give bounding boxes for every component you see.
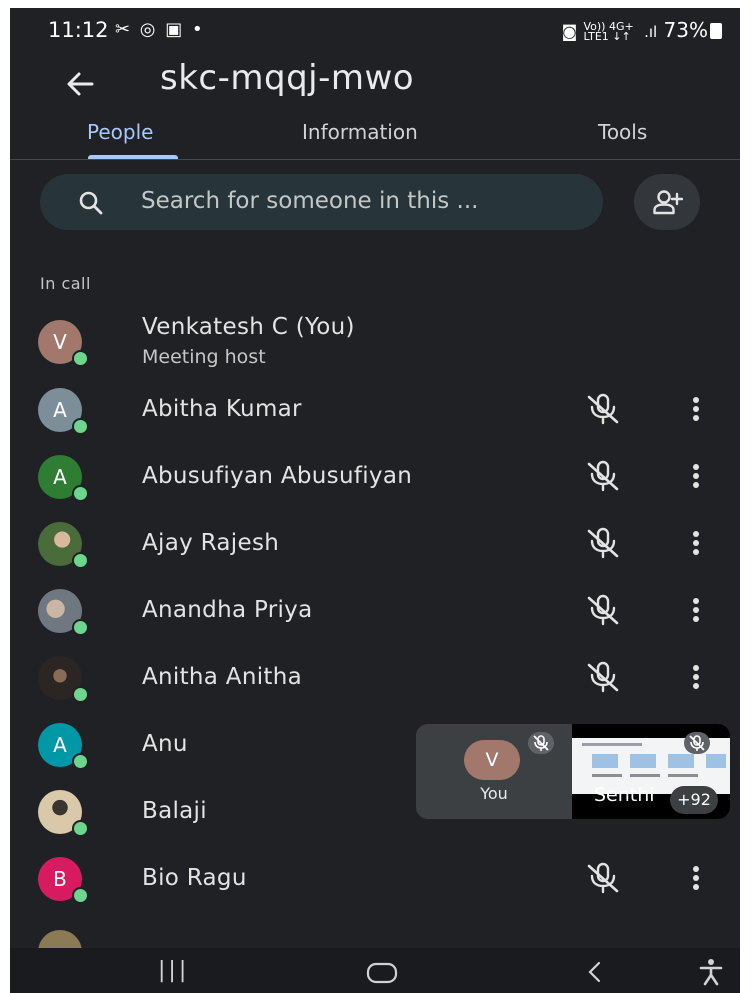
- mic-off-icon: [533, 735, 549, 751]
- back-arrow-icon[interactable]: [62, 64, 102, 104]
- participant-name: Abitha Kumar: [142, 396, 302, 422]
- presence-dot: [72, 552, 89, 569]
- mic-off-icon: [587, 862, 619, 894]
- status-bar: 11:12 ✂ ◎ ▣ • ◙ Vo)) 4G+ LTE1 ↓↑ .ıl 73%: [10, 8, 740, 50]
- mic-off-icon: [587, 527, 619, 559]
- more-options-icon[interactable]: [690, 596, 702, 624]
- add-person-icon: [653, 190, 683, 215]
- avatar-photo: [38, 930, 82, 948]
- meet-people-screen: 11:12 ✂ ◎ ▣ • ◙ Vo)) 4G+ LTE1 ↓↑ .ıl 73% …: [10, 8, 740, 993]
- system-nav-bar: |||: [10, 948, 740, 993]
- presence-dot: [72, 887, 89, 904]
- battery-percent: 73%: [663, 18, 708, 42]
- self-avatar: V: [464, 740, 520, 780]
- more-options-icon[interactable]: [690, 663, 702, 691]
- status-time: 11:12: [48, 18, 109, 42]
- participant-role: Meeting host: [142, 346, 266, 368]
- avatar: A: [38, 388, 89, 435]
- participant-name: Balaji: [142, 798, 207, 824]
- presenter-name: Senthi: [594, 784, 655, 806]
- self-label: You: [480, 784, 508, 803]
- mic-off-icon: [587, 594, 619, 626]
- avatar: B: [38, 857, 89, 904]
- accessibility-icon[interactable]: [698, 958, 724, 986]
- participant-row[interactable]: V Venkatesh C (You) Meeting host: [10, 308, 740, 370]
- status-right: ◙ Vo)) 4G+ LTE1 ↓↑ .ıl 73%: [562, 18, 722, 42]
- participant-name: Venkatesh C (You): [142, 314, 355, 340]
- battery-icon: [710, 23, 722, 39]
- participant-row[interactable]: Anitha Anitha: [10, 646, 740, 708]
- search-placeholder: Search for someone in this ...: [141, 188, 479, 214]
- participant-name: Anu: [142, 731, 188, 757]
- tab-information[interactable]: Information: [302, 120, 418, 144]
- participant-name: Ajay Rajesh: [142, 530, 280, 556]
- notification-icons: ✂ ◎ ▣ •: [115, 19, 205, 40]
- presence-dot: [72, 485, 89, 502]
- avatar: V: [38, 320, 89, 367]
- presence-dot: [72, 350, 89, 367]
- participant-name: Anandha Priya: [142, 597, 313, 623]
- participant-name: Anitha Anitha: [142, 664, 302, 690]
- tab-divider: [10, 159, 740, 160]
- mic-off-badge: [528, 732, 554, 754]
- mic-off-icon: [587, 661, 619, 693]
- participant-row[interactable]: Ajay Rajesh: [10, 512, 740, 574]
- recent-apps-icon[interactable]: |||: [158, 958, 189, 983]
- avatar-photo: [38, 790, 89, 837]
- more-options-icon[interactable]: [690, 462, 702, 490]
- mic-off-badge: [684, 732, 710, 754]
- home-icon[interactable]: [366, 962, 398, 984]
- more-options-icon[interactable]: [690, 395, 702, 423]
- participant-row[interactable]: A Abitha Kumar: [10, 378, 740, 440]
- presence-dot: [72, 820, 89, 837]
- avatar: A: [38, 723, 89, 770]
- tab-tools[interactable]: Tools: [598, 120, 647, 144]
- avatar-photo: [38, 589, 89, 636]
- participant-name: Bio Ragu: [142, 865, 247, 891]
- presence-dot: [72, 686, 89, 703]
- participant-row-partial[interactable]: [10, 914, 740, 948]
- participant-name: Abusufiyan Abusufiyan: [142, 463, 413, 489]
- search-icon: [79, 191, 103, 215]
- tab-people[interactable]: People: [87, 120, 153, 144]
- participant-row[interactable]: Anandha Priya: [10, 579, 740, 641]
- mic-off-icon: [689, 735, 705, 751]
- back-nav-icon[interactable]: [586, 960, 602, 984]
- search-input[interactable]: Search for someone in this ...: [40, 174, 603, 230]
- more-options-icon[interactable]: [690, 529, 702, 557]
- signal-icon: .ıl: [644, 23, 658, 41]
- more-participants-count: +92: [670, 786, 718, 814]
- presenter-tile[interactable]: Senthi +92: [572, 724, 730, 819]
- mic-off-icon: [587, 460, 619, 492]
- participant-row[interactable]: B Bio Ragu: [10, 847, 740, 909]
- presence-dot: [72, 619, 89, 636]
- add-person-button[interactable]: [634, 174, 700, 230]
- more-options-icon[interactable]: [690, 864, 702, 892]
- self-tile[interactable]: V You: [416, 724, 572, 819]
- network-indicator: Vo)) 4G+ LTE1 ↓↑: [583, 19, 634, 43]
- avatar: A: [38, 455, 89, 502]
- alarm-icon: ◙: [561, 22, 578, 41]
- in-call-section-label: In call: [40, 274, 91, 293]
- meeting-code-title: skc-mqqj-mwo: [160, 58, 415, 98]
- floating-video-tiles[interactable]: V You Senthi +92: [416, 724, 730, 819]
- presence-dot: [72, 418, 89, 435]
- presence-dot: [72, 753, 89, 770]
- avatar-photo: [38, 522, 89, 569]
- mic-off-icon: [587, 393, 619, 425]
- participant-row[interactable]: A Abusufiyan Abusufiyan: [10, 445, 740, 507]
- avatar-photo: [38, 656, 89, 703]
